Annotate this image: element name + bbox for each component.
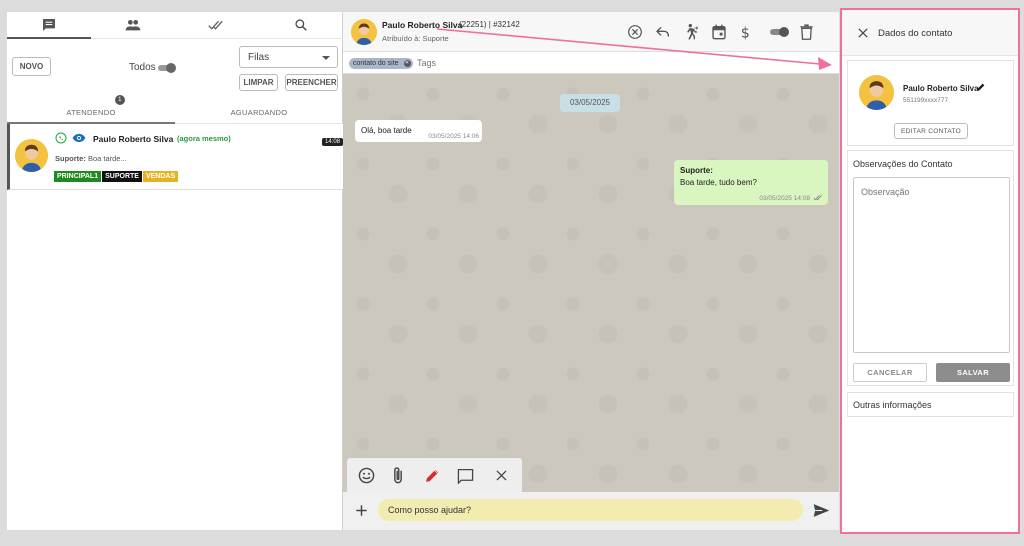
contact-notes-section: Observações do Contato CANCELAR SALVAR <box>847 150 1014 386</box>
edit-pencil-icon[interactable] <box>976 82 986 92</box>
contact-panel-title: Dados do contato <box>878 28 953 39</box>
app-root: NOVO Todos Filas LIMPAR PREENCHER ATENDE… <box>0 0 1024 546</box>
other-info-title: Outras informações <box>853 400 932 410</box>
contact-avatar <box>859 75 894 110</box>
contact-panel-header: Dados do contato <box>842 10 1018 56</box>
close-icon[interactable] <box>857 27 869 39</box>
contact-card: Paulo Roberto Silva 551199xxxx777 EDITAR… <box>847 60 1014 146</box>
other-info-section[interactable]: Outras informações <box>847 392 1014 417</box>
contact-name: Paulo Roberto Silva <box>903 84 979 93</box>
save-button[interactable]: SALVAR <box>936 363 1010 382</box>
contact-phone: 551199xxxx777 <box>903 97 949 104</box>
edit-contact-button[interactable]: EDITAR CONTATO <box>894 123 968 139</box>
contact-notes-title: Observações do Contato <box>853 159 953 169</box>
contact-details-panel: Dados do contato Paulo Roberto Silva 551… <box>840 8 1020 534</box>
cancel-button[interactable]: CANCELAR <box>853 363 927 382</box>
contact-notes-textarea[interactable] <box>853 177 1010 353</box>
